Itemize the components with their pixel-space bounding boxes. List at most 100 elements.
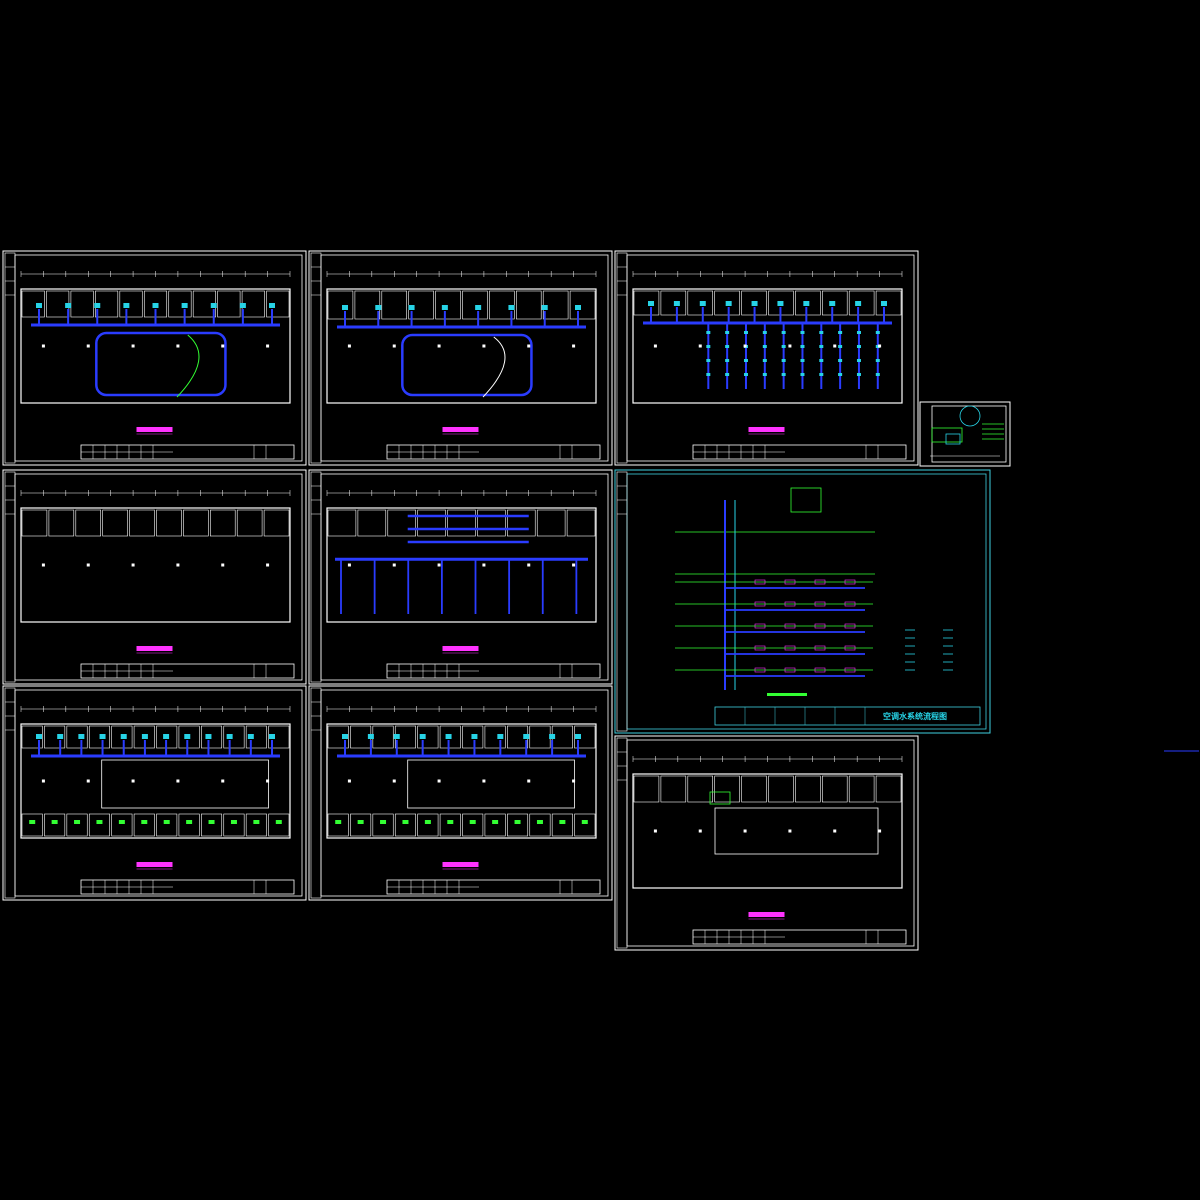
- fan-coil-unit: [492, 820, 499, 824]
- air-diffuser: [523, 734, 530, 739]
- air-diffuser: [210, 303, 217, 308]
- air-diffuser: [342, 305, 348, 310]
- air-diffuser: [367, 734, 374, 739]
- air-diffuser: [575, 305, 581, 310]
- floor-title-bar: [748, 427, 785, 432]
- column: [698, 829, 702, 833]
- diffuser: [800, 345, 805, 348]
- air-diffuser: [475, 305, 482, 310]
- fan-coil-unit: [51, 820, 58, 824]
- column: [131, 344, 135, 348]
- diffuser: [706, 373, 711, 376]
- air-diffuser: [57, 734, 64, 739]
- diffuser: [875, 373, 880, 376]
- fan-coil-unit: [559, 820, 566, 824]
- column: [437, 344, 441, 348]
- air-diffuser: [78, 734, 85, 739]
- air-diffuser: [419, 734, 426, 739]
- column: [833, 344, 837, 348]
- air-diffuser: [855, 301, 862, 306]
- diffuser: [781, 345, 786, 348]
- air-diffuser: [36, 303, 42, 308]
- column: [86, 563, 90, 567]
- air-diffuser: [575, 734, 581, 739]
- diffuser: [706, 359, 711, 362]
- air-diffuser: [803, 301, 810, 306]
- air-diffuser: [205, 734, 212, 739]
- fan-coil-unit: [469, 820, 476, 824]
- fan-coil-unit: [275, 820, 282, 824]
- column: [86, 779, 90, 783]
- column: [176, 344, 180, 348]
- column: [743, 344, 747, 348]
- fan-coil-unit: [118, 820, 125, 824]
- column: [527, 344, 531, 348]
- air-diffuser: [829, 301, 836, 306]
- diffuser: [819, 331, 824, 334]
- column: [176, 779, 180, 783]
- fan-coil-unit: [357, 820, 364, 824]
- air-diffuser: [648, 301, 654, 306]
- floor-title-bar: [136, 862, 173, 867]
- diffuser: [800, 359, 805, 362]
- fan-coil-unit: [424, 820, 431, 824]
- diffuser: [838, 345, 843, 348]
- column: [437, 563, 441, 567]
- column: [527, 563, 531, 567]
- column: [572, 563, 576, 567]
- diffuser: [762, 345, 767, 348]
- column: [221, 779, 225, 783]
- diffuser: [875, 359, 880, 362]
- sheet-title-text: 空调水系统流程图: [883, 711, 947, 721]
- air-diffuser: [408, 305, 415, 310]
- diffuser: [856, 373, 861, 376]
- diffuser: [800, 373, 805, 376]
- column: [41, 563, 45, 567]
- air-diffuser: [342, 734, 348, 739]
- column: [176, 563, 180, 567]
- diffuser: [706, 331, 711, 334]
- fan-coil-unit: [163, 820, 170, 824]
- fan-coil-unit: [402, 820, 409, 824]
- air-diffuser: [184, 734, 191, 739]
- column: [347, 563, 351, 567]
- air-diffuser: [471, 734, 478, 739]
- column: [41, 779, 45, 783]
- column: [41, 344, 45, 348]
- diffuser: [838, 331, 843, 334]
- diffuser: [875, 331, 880, 334]
- diffuser: [856, 331, 861, 334]
- diffuser: [819, 359, 824, 362]
- column: [788, 344, 792, 348]
- fan-coil-unit: [536, 820, 543, 824]
- air-diffuser: [120, 734, 127, 739]
- air-diffuser: [94, 303, 101, 308]
- air-diffuser: [508, 305, 515, 310]
- column: [392, 563, 396, 567]
- column: [527, 779, 531, 783]
- column: [131, 563, 135, 567]
- diffuser: [781, 331, 786, 334]
- air-diffuser: [699, 301, 706, 306]
- fan-coil-unit: [447, 820, 454, 824]
- air-diffuser: [247, 734, 254, 739]
- air-diffuser: [441, 305, 448, 310]
- floor-title-bar: [748, 912, 785, 917]
- diffuser: [856, 359, 861, 362]
- air-diffuser: [181, 303, 188, 308]
- diffuser: [838, 359, 843, 362]
- air-diffuser: [152, 303, 159, 308]
- schematic-caption-bar: [767, 693, 807, 696]
- air-diffuser: [269, 303, 275, 308]
- diffuser: [781, 359, 786, 362]
- fan-coil-unit: [581, 820, 588, 824]
- diffuser: [762, 359, 767, 362]
- column: [878, 344, 882, 348]
- column: [482, 563, 486, 567]
- column: [266, 563, 270, 567]
- fan-coil-unit: [514, 820, 521, 824]
- diffuser: [856, 345, 861, 348]
- air-diffuser: [123, 303, 130, 308]
- diffuser: [743, 331, 748, 334]
- diffuser: [819, 373, 824, 376]
